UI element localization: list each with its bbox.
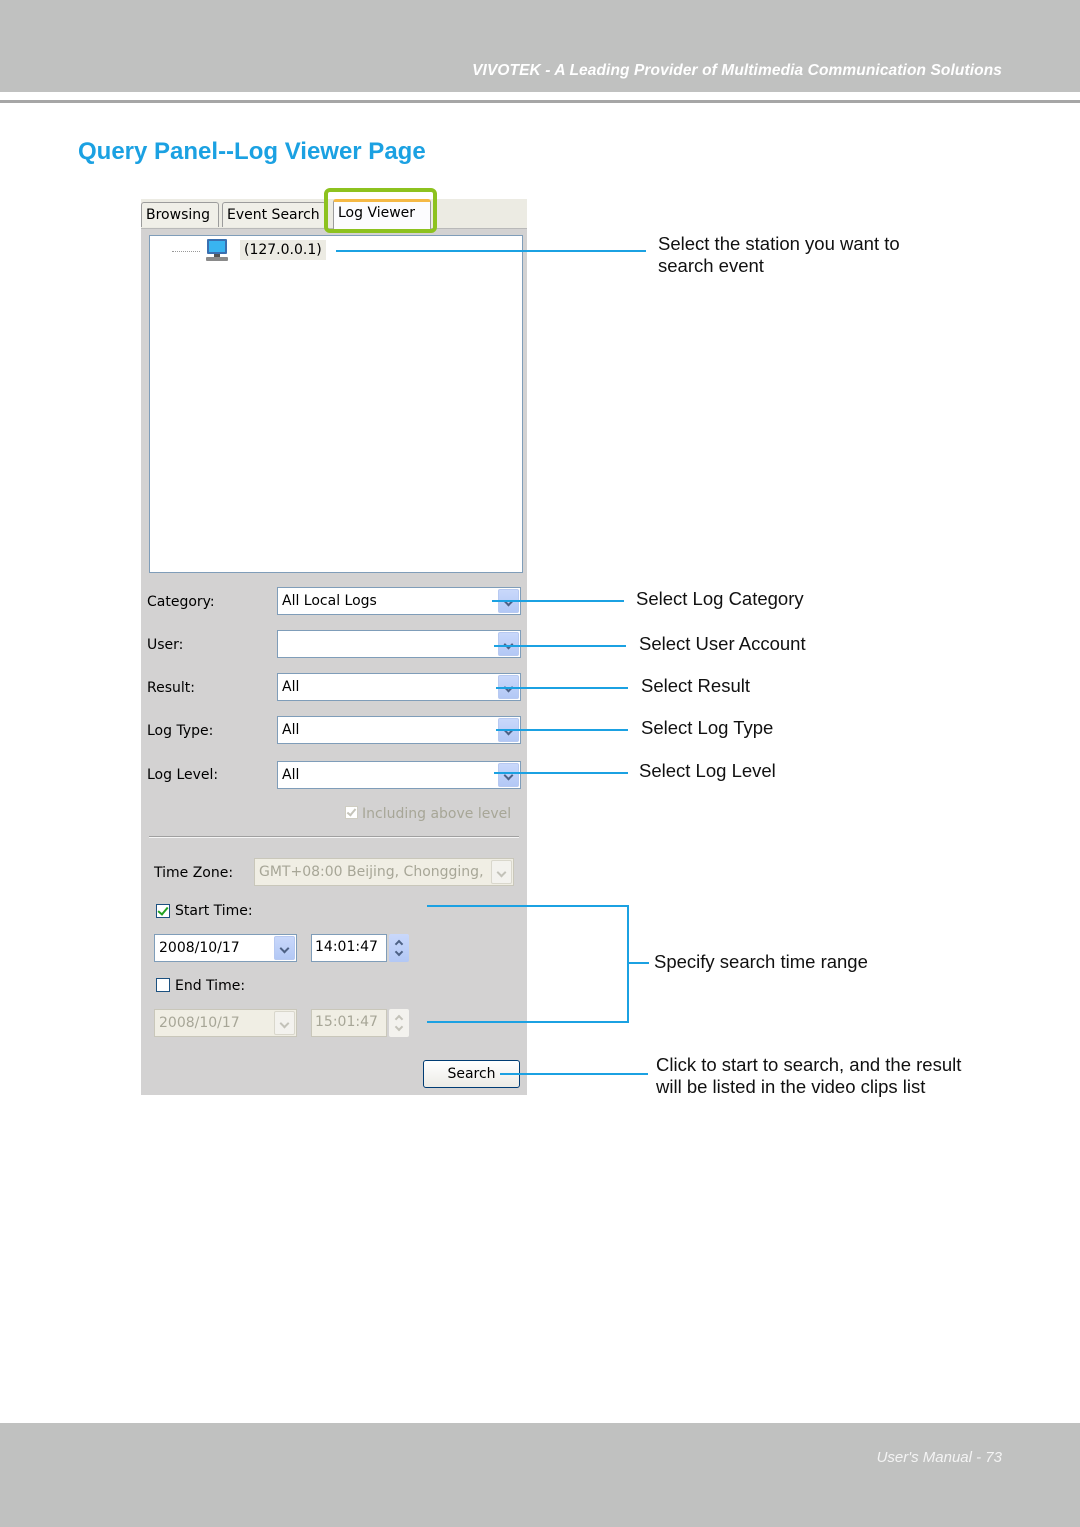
including-above-level-checkbox[interactable]: Including above level <box>345 805 511 822</box>
category-leader-line <box>492 600 624 602</box>
end-time-label: End Time: <box>175 978 246 994</box>
log-type-label: Log Type: <box>147 723 214 739</box>
header-band: VIVOTEK - A Leading Provider of Multimed… <box>0 0 1080 92</box>
chevron-down-icon[interactable] <box>491 860 512 884</box>
time-range-bottom-leader <box>427 1021 629 1023</box>
annotation-search-line1: Click to start to search, and the result <box>656 1054 962 1075</box>
user-leader-line <box>494 645 626 647</box>
user-dropdown[interactable] <box>277 630 521 658</box>
header-tagline: VIVOTEK - A Leading Provider of Multimed… <box>472 62 1002 79</box>
annotation-search: Click to start to search, and the result… <box>656 1054 961 1098</box>
result-leader-line <box>496 687 628 689</box>
start-date-value: 2008/10/17 <box>159 940 240 956</box>
log-type-dropdown[interactable]: All <box>277 716 521 744</box>
user-label: User: <box>147 637 184 653</box>
start-time-spinner-icon[interactable] <box>389 934 409 962</box>
end-date-value: 2008/10/17 <box>159 1015 240 1031</box>
log-type-value: All <box>282 722 300 738</box>
footer-band <box>0 1423 1080 1527</box>
log-level-leader-line <box>494 772 628 774</box>
end-time-checkbox[interactable] <box>156 978 170 992</box>
station-item[interactable]: (127.0.0.1) <box>240 240 326 260</box>
chevron-down-icon[interactable] <box>274 936 295 960</box>
annotation-result: Select Result <box>641 675 750 696</box>
end-time-input[interactable]: 15:01:47 <box>311 1009 387 1037</box>
station-tree[interactable]: (127.0.0.1) <box>149 235 523 573</box>
annotation-search-line2: will be listed in the video clips list <box>656 1076 926 1097</box>
annotation-user: Select User Account <box>639 633 806 654</box>
category-dropdown[interactable]: All Local Logs <box>277 587 521 615</box>
annotation-station: Select the station you want to search ev… <box>658 233 900 277</box>
annotation-log-level: Select Log Level <box>639 760 776 781</box>
log-level-label: Log Level: <box>147 767 219 783</box>
chevron-down-icon[interactable] <box>498 763 519 787</box>
annotation-category: Select Log Category <box>636 588 804 609</box>
checkmark-icon <box>345 806 358 819</box>
station-leader-line <box>336 250 646 252</box>
start-time-input[interactable]: 14:01:47 <box>311 934 387 962</box>
time-range-top-leader <box>427 905 629 907</box>
page-title: Query Panel--Log Viewer Page <box>78 138 426 165</box>
including-above-level-label: Including above level <box>362 806 512 822</box>
log-type-leader-line <box>496 729 628 731</box>
time-zone-label: Time Zone: <box>154 865 234 881</box>
time-range-connector <box>627 962 649 964</box>
search-leader-line <box>500 1073 648 1075</box>
annotation-log-type: Select Log Type <box>641 717 774 738</box>
tab-browsing[interactable]: Browsing <box>141 202 219 227</box>
log-level-dropdown[interactable]: All <box>277 761 521 789</box>
end-date-picker[interactable]: 2008/10/17 <box>154 1009 297 1037</box>
computer-icon <box>206 239 228 261</box>
annotation-time-range: Specify search time range <box>654 951 868 972</box>
header-divider <box>0 100 1080 103</box>
log-level-value: All <box>282 767 300 783</box>
category-value: All Local Logs <box>282 593 377 609</box>
start-date-picker[interactable]: 2008/10/17 <box>154 934 297 962</box>
chevron-down-icon[interactable] <box>274 1011 295 1035</box>
query-panel: Browsing Event Search Log Viewer (127.0.… <box>141 188 527 1095</box>
start-time-checkbox[interactable] <box>156 904 170 918</box>
end-time-spinner-icon[interactable] <box>389 1009 409 1037</box>
time-zone-dropdown[interactable]: GMT+08:00 Beijing, Chongging, <box>254 858 514 886</box>
result-label: Result: <box>147 680 195 696</box>
result-value: All <box>282 679 300 695</box>
time-zone-value: GMT+08:00 Beijing, Chongging, <box>259 864 484 880</box>
annotation-station-line2: search event <box>658 255 764 276</box>
start-time-label: Start Time: <box>175 903 253 919</box>
tab-highlight-frame <box>324 188 437 233</box>
annotation-station-line1: Select the station you want to <box>658 233 900 254</box>
page-number: User's Manual - 73 <box>876 1449 1002 1466</box>
tree-connector <box>172 251 200 252</box>
result-dropdown[interactable]: All <box>277 673 521 701</box>
time-range-bracket <box>627 905 629 1023</box>
category-label: Category: <box>147 594 215 610</box>
chevron-down-icon[interactable] <box>498 632 519 656</box>
section-divider <box>149 836 519 838</box>
tab-event-search[interactable]: Event Search <box>222 202 326 227</box>
